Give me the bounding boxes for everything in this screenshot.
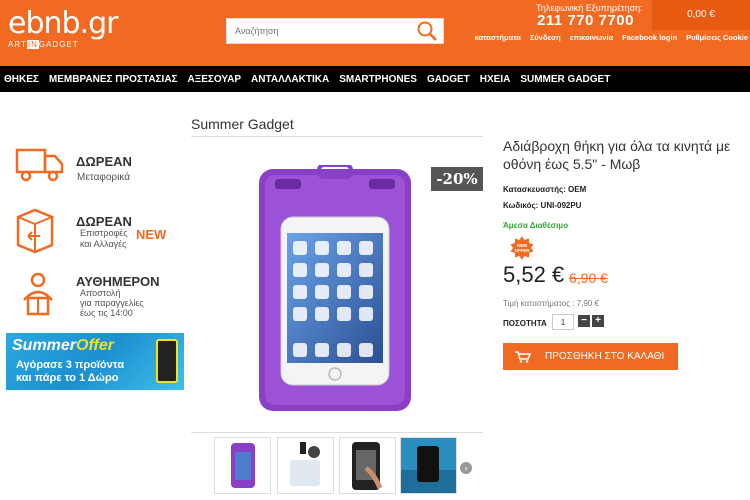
logo-tagline-b: IN bbox=[26, 40, 39, 49]
thumbnail-1[interactable] bbox=[214, 437, 271, 494]
nav-item-speakers[interactable]: ΗΧΕΙΑ bbox=[480, 74, 511, 85]
truck-icon bbox=[15, 148, 64, 182]
store-price: Τιμή καταστήματος : 7,90 € bbox=[503, 299, 599, 308]
nav-item-accessories[interactable]: ΑΞΕΣΟΥΑΡ bbox=[188, 74, 241, 85]
perk-shipping-title: ΔΩΡΕΑΝ bbox=[76, 154, 132, 169]
link-facebook-login[interactable]: Facebook login bbox=[622, 33, 677, 42]
link-login[interactable]: Σύνδεση bbox=[530, 33, 561, 42]
divider bbox=[191, 432, 483, 433]
nav-item-cases[interactable]: ΘΗΚΕΣ bbox=[4, 74, 39, 85]
thumbnail-image bbox=[231, 443, 255, 488]
banner-title-a: Summer bbox=[12, 337, 77, 354]
category-title: Summer Gadget bbox=[191, 116, 294, 132]
perk-returns-sub-1: Επιστροφές bbox=[80, 228, 128, 238]
nav-item-screen-protectors[interactable]: ΜΕΜΒΡΑΝΕΣ ΠΡΟΣΤΑΣΙΑΣ bbox=[49, 74, 178, 85]
phone-number[interactable]: 211 770 7700 bbox=[537, 12, 634, 29]
site-logo[interactable]: ebnb.gr ARTINGADGET bbox=[8, 6, 118, 49]
site-header: ebnb.gr ARTINGADGET Τηλεφωνική Εξυπηρέτη… bbox=[0, 0, 750, 66]
logo-tagline-a: ART bbox=[8, 40, 27, 49]
logo-tagline-c: GADGET bbox=[38, 40, 79, 49]
stock-status: Άμεσα Διαθέσιμο bbox=[503, 221, 569, 230]
quantity-increase-button[interactable]: + bbox=[592, 315, 604, 327]
web-offer-badge: WEB OFFER bbox=[510, 236, 534, 260]
product-code: Κωδικός: UNI-092PU bbox=[503, 201, 582, 210]
link-cookie-settings[interactable]: Ρυθμίσεις Cookie bbox=[686, 33, 748, 42]
perk-sameday-title: ΑΥΘΗΜΕΡΟΝ bbox=[76, 274, 160, 289]
thumbnail-2[interactable] bbox=[277, 437, 334, 494]
search-button[interactable] bbox=[413, 20, 441, 42]
divider bbox=[191, 136, 483, 137]
thumbnail-image bbox=[352, 442, 383, 490]
banner-title: SummerOffer bbox=[12, 337, 114, 355]
perk-returns-title: ΔΩΡΕΑΝ bbox=[76, 214, 132, 229]
thumbnail-image bbox=[290, 442, 320, 486]
delivery-person-icon bbox=[23, 272, 53, 316]
logo-tagline: ARTINGADGET bbox=[8, 40, 117, 49]
cart-icon bbox=[515, 350, 531, 363]
thumbnails-next-button[interactable]: › bbox=[460, 462, 472, 474]
nav-item-spare-parts[interactable]: ΑΝΤΑΛΛΑΚΤΙΚΑ bbox=[251, 74, 329, 85]
quantity-input[interactable] bbox=[552, 314, 574, 330]
thumbnail-3[interactable] bbox=[339, 437, 396, 494]
banner-phone-image bbox=[156, 339, 178, 383]
summer-offer-banner[interactable]: SummerOffer Αγόρασε 3 προϊόντα και πάρε … bbox=[6, 333, 184, 390]
return-box-icon bbox=[16, 208, 54, 254]
banner-line-2: και πάρε το 1 Δώρο bbox=[16, 372, 119, 384]
nav-item-gadget[interactable]: GADGET bbox=[427, 74, 470, 85]
thumbnail-image bbox=[401, 438, 456, 493]
product-main-image[interactable] bbox=[255, 165, 415, 415]
perk-returns-sub-2: και Αλλαγές bbox=[80, 239, 127, 249]
add-to-cart-label: ΠΡΟΣΘΗΚΗ ΣΤΟ ΚΑΛΑΘΙ bbox=[545, 351, 665, 362]
banner-title-b: Offer bbox=[76, 337, 114, 354]
perk-shipping-sub: Μεταφορικά bbox=[77, 172, 130, 183]
search-input[interactable] bbox=[227, 19, 412, 43]
cart-button[interactable]: 0,00 € bbox=[652, 0, 750, 30]
quantity-label: ΠΟΣΟΤΗΤΑ bbox=[503, 319, 547, 328]
link-stores[interactable]: καταστήματα bbox=[475, 33, 521, 42]
logo-wordmark: ebnb.gr bbox=[8, 6, 118, 41]
product-manufacturer: Κατασκευαστής: OEM bbox=[503, 185, 587, 194]
product-title: Αδιάβροχη θήκη για όλα τα κινητά με οθόν… bbox=[503, 138, 731, 172]
product-price: 5,52 € bbox=[503, 262, 565, 287]
nav-item-smartphones[interactable]: SMARTPHONES bbox=[339, 74, 417, 85]
perk-sameday-sub-3: έως τις 14:00 bbox=[80, 308, 133, 318]
web-offer-text: OFFER bbox=[515, 248, 531, 253]
new-badge: NEW bbox=[136, 227, 167, 242]
nav-item-summer-gadget[interactable]: SUMMER GADGET bbox=[520, 74, 610, 85]
banner-line-1: Αγόρασε 3 προϊόντα bbox=[16, 359, 125, 371]
top-links: καταστήματα Σύνδεση επικοινωνία Facebook… bbox=[475, 33, 748, 42]
thumbnail-4[interactable] bbox=[400, 437, 457, 494]
link-contact[interactable]: επικοινωνία bbox=[570, 33, 613, 42]
add-to-cart-button[interactable]: ΠΡΟΣΘΗΚΗ ΣΤΟ ΚΑΛΑΘΙ bbox=[503, 343, 678, 370]
search-icon bbox=[417, 21, 437, 41]
main-nav: ΘΗΚΕΣ ΜΕΜΒΡΑΝΕΣ ΠΡΟΣΤΑΣΙΑΣ ΑΞΕΣΟΥΑΡ ΑΝΤΑ… bbox=[0, 66, 750, 92]
search-box bbox=[226, 18, 444, 44]
product-old-price: 6,90 € bbox=[569, 270, 608, 286]
quantity-decrease-button[interactable]: − bbox=[578, 315, 590, 327]
discount-badge: -20% bbox=[431, 167, 483, 191]
